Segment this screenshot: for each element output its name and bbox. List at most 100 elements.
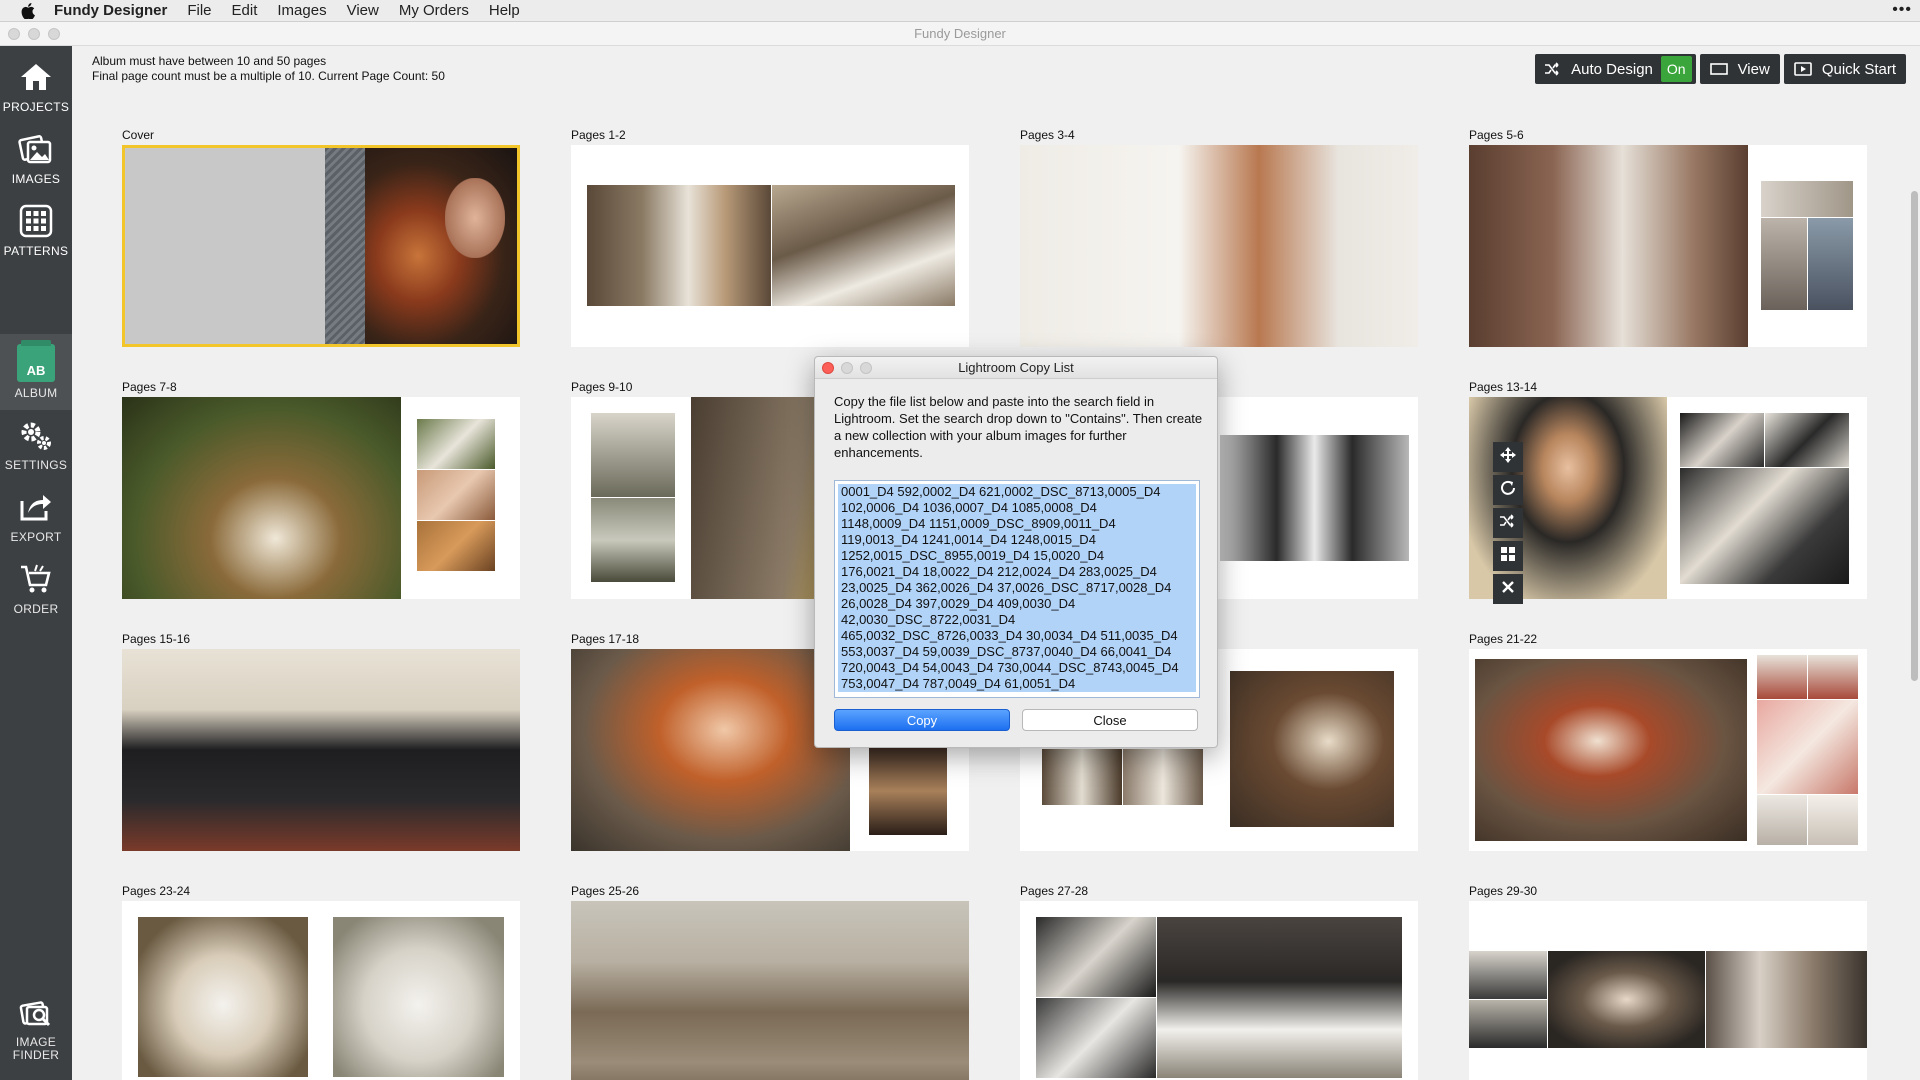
photo[interactable] [138, 917, 308, 1077]
spread-pages-15-16[interactable]: Pages 15-16 [122, 632, 520, 851]
spread-pages-3-4[interactable]: Pages 3-4 [1020, 128, 1418, 347]
sidebar-order[interactable]: ORDER [0, 554, 72, 624]
photo[interactable] [1469, 951, 1547, 999]
dialog-close-button[interactable] [822, 362, 834, 374]
photo[interactable] [1469, 1000, 1547, 1048]
sidebar-images[interactable]: IMAGES [0, 124, 72, 194]
menu-view[interactable]: View [347, 2, 379, 19]
photo[interactable] [1469, 145, 1748, 347]
photo[interactable] [869, 747, 947, 835]
spread-card[interactable] [1469, 145, 1867, 347]
window-minimize-button[interactable] [28, 28, 40, 40]
photo[interactable] [1757, 795, 1807, 845]
photo[interactable] [1808, 218, 1853, 310]
photo[interactable] [1761, 218, 1807, 310]
photo[interactable] [571, 901, 969, 1080]
photo[interactable] [1808, 795, 1858, 845]
spread-pages-5-6[interactable]: Pages 5-6 [1469, 128, 1867, 347]
move-tool-button[interactable] [1493, 442, 1523, 472]
file-list-textarea[interactable]: 0001_D4 592,0002_D4 621,0002_DSC_8713,00… [834, 480, 1200, 698]
menu-edit[interactable]: Edit [232, 2, 258, 19]
spread-pages-27-28[interactable]: Pages 27-28 [1020, 884, 1418, 1080]
photo[interactable] [1230, 671, 1394, 827]
photo[interactable] [122, 649, 520, 851]
spread-card[interactable] [571, 145, 969, 347]
sidebar-album[interactable]: AB ALBUM [0, 338, 72, 408]
spread-card[interactable] [1469, 397, 1867, 599]
spread-pages-21-22[interactable]: Pages 21-22 [1469, 632, 1867, 851]
spread-cover[interactable]: Cover [122, 128, 520, 347]
spread-card[interactable] [1020, 145, 1418, 347]
sidebar-export[interactable]: EXPORT [0, 482, 72, 552]
photo[interactable] [417, 521, 495, 571]
window-zoom-button[interactable] [48, 28, 60, 40]
photo[interactable] [1680, 413, 1764, 467]
photo[interactable] [1475, 659, 1747, 841]
auto-design-button[interactable]: Auto Design On [1535, 54, 1696, 84]
spread-card[interactable] [1469, 649, 1867, 851]
spread-card[interactable] [1020, 901, 1418, 1080]
dialog-zoom-button[interactable] [860, 362, 872, 374]
photo[interactable] [417, 470, 495, 520]
menubar-more-icon[interactable]: ••• [1892, 1, 1912, 19]
dialog-minimize-button[interactable] [841, 362, 853, 374]
app-menu[interactable]: Fundy Designer [54, 2, 167, 19]
photo[interactable] [1808, 655, 1858, 699]
photo[interactable] [1761, 181, 1853, 217]
photo[interactable] [1548, 951, 1705, 1048]
window-close-button[interactable] [8, 28, 20, 40]
menu-my-orders[interactable]: My Orders [399, 2, 469, 19]
menu-help[interactable]: Help [489, 2, 520, 19]
layout-tool-button[interactable] [1493, 541, 1523, 571]
apple-icon[interactable] [18, 2, 38, 19]
sidebar-settings[interactable]: SETTINGS [0, 410, 72, 480]
photo[interactable] [587, 185, 771, 306]
photo[interactable] [417, 419, 495, 469]
spread-pages-13-14[interactable]: Pages 13-14 [1469, 380, 1867, 599]
photo[interactable] [1157, 917, 1402, 1078]
photo[interactable] [1706, 951, 1867, 1048]
photo[interactable] [1036, 998, 1156, 1078]
photo[interactable] [1020, 145, 1418, 347]
photo[interactable] [1220, 435, 1409, 561]
photo[interactable] [772, 185, 955, 306]
spread-card[interactable] [122, 649, 520, 851]
spread-card[interactable] [571, 901, 969, 1080]
photo[interactable] [1123, 749, 1203, 805]
sidebar-image-finder[interactable]: IMAGE FINDER [0, 988, 72, 1078]
shuffle-tool-button[interactable] [1493, 508, 1523, 538]
photo[interactable] [122, 397, 401, 599]
spread-card[interactable] [122, 901, 520, 1080]
spread-pages-7-8[interactable]: Pages 7-8 [122, 380, 520, 599]
menu-images[interactable]: Images [277, 2, 326, 19]
photo[interactable] [333, 917, 504, 1077]
photo[interactable] [591, 498, 675, 582]
photo[interactable] [1680, 468, 1849, 584]
scrollbar-thumb[interactable] [1911, 191, 1918, 681]
spread-pages-1-2[interactable]: Pages 1-2 [571, 128, 969, 347]
file-list-text[interactable]: 0001_D4 592,0002_D4 621,0002_DSC_8713,00… [838, 484, 1196, 692]
quick-start-button[interactable]: Quick Start [1783, 54, 1906, 84]
spread-card[interactable] [122, 145, 520, 347]
menu-file[interactable]: File [187, 2, 211, 19]
photo[interactable] [1036, 917, 1156, 997]
sidebar-patterns[interactable]: PATTERNS [0, 196, 72, 266]
refresh-tool-button[interactable] [1493, 475, 1523, 505]
close-button[interactable]: Close [1022, 709, 1198, 731]
auto-design-toggle[interactable]: On [1660, 56, 1692, 82]
spread-card[interactable] [1469, 901, 1867, 1080]
photo[interactable] [1757, 700, 1858, 794]
delete-tool-button[interactable] [1493, 574, 1523, 604]
spread-pages-23-24[interactable]: Pages 23-24 [122, 884, 520, 1080]
photo[interactable] [591, 413, 675, 497]
photo[interactable] [571, 649, 850, 851]
spread-pages-25-26[interactable]: Pages 25-26 [571, 884, 969, 1080]
photo[interactable] [1765, 413, 1849, 467]
photo[interactable] [1757, 655, 1807, 699]
spread-pages-29-30[interactable]: Pages 29-30 [1469, 884, 1867, 1080]
sidebar-projects[interactable]: PROJECTS [0, 52, 72, 122]
photo[interactable] [1042, 749, 1122, 805]
spread-card[interactable] [122, 397, 520, 599]
view-button[interactable]: View [1699, 54, 1780, 84]
copy-button[interactable]: Copy [834, 709, 1010, 731]
